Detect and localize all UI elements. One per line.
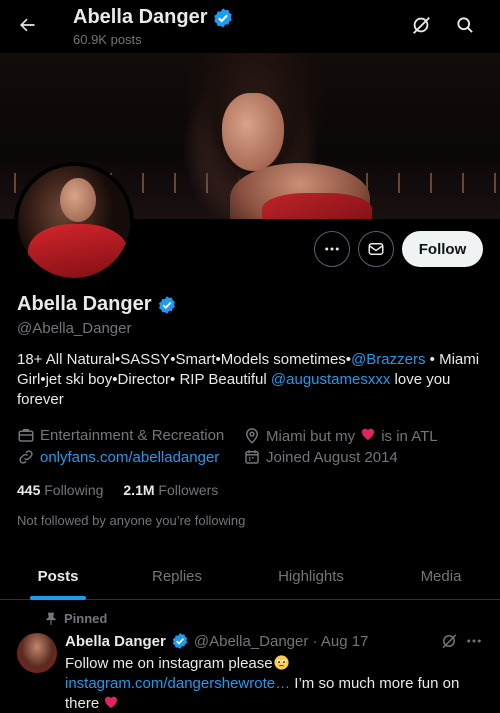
calendar-icon [243, 448, 261, 466]
followers-count: 2.1M [123, 482, 155, 498]
more-dots-icon [325, 247, 339, 251]
post-handle-date: @Abella_Danger · Aug 17 [193, 632, 369, 650]
profile-website[interactable]: onlyfans.com/abelladanger [17, 448, 219, 466]
profile-location: Miami but my is in ATL [243, 426, 438, 446]
post-author-name[interactable]: Abella Danger [65, 633, 166, 650]
profile-tabs: Posts Replies Highlights Media [0, 552, 500, 600]
pinned-label: Pinned [64, 611, 108, 626]
pinned-post[interactable]: Pinned Abella Danger @Abella_Danger · Au… [0, 601, 500, 713]
verified-badge-icon [172, 633, 187, 649]
more-options-button[interactable] [314, 231, 350, 267]
header-title: Abella Danger [73, 6, 234, 29]
tab-media[interactable]: Media [405, 552, 477, 600]
top-bar: Abella Danger 60.9K posts [0, 0, 500, 53]
location-text-end: is in ATL [381, 427, 438, 445]
following-label: Following [44, 482, 104, 498]
search-icon[interactable] [453, 13, 477, 37]
location-pin-icon [243, 427, 261, 445]
followers-link[interactable]: 2.1M Followers [123, 482, 218, 498]
category-label: Entertainment & Recreation [40, 426, 225, 444]
profile-bio: 18+ All Natural•SASSY•Smart•Models somet… [17, 350, 487, 410]
grok-icon[interactable] [439, 631, 459, 651]
bio-mention-link[interactable]: @Brazzers [351, 351, 425, 368]
post-more-icon[interactable] [464, 631, 484, 651]
post-header: Abella Danger @Abella_Danger · Aug 17 [65, 632, 368, 650]
tab-replies[interactable]: Replies [135, 552, 219, 600]
briefcase-icon [17, 426, 35, 444]
pin-icon [45, 612, 57, 625]
profile-category: Entertainment & Recreation [17, 426, 224, 444]
profile-name: Abella Danger [17, 293, 152, 315]
bio-text: 18+ All Natural•SASSY•Smart•Models somet… [17, 351, 352, 368]
post-body: Follow me on instagram please instagram.… [65, 654, 490, 713]
tab-highlights[interactable]: Highlights [262, 552, 360, 600]
verified-badge-icon[interactable] [157, 295, 177, 315]
pleading-emoji-icon [273, 655, 290, 672]
pinned-label-row: Pinned [44, 611, 107, 626]
profile-handle: @Abella_Danger [17, 320, 132, 337]
website-link[interactable]: onlyfans.com/abelladanger [40, 449, 219, 466]
post-avatar[interactable] [17, 633, 57, 673]
grok-icon[interactable] [409, 13, 433, 37]
following-link[interactable]: 445 Following [17, 482, 103, 498]
location-text-start: Miami but my [266, 427, 356, 445]
profile-joined: Joined August 2014 [243, 448, 398, 466]
not-followed-note: Not followed by anyone you’re following [17, 513, 246, 528]
back-arrow-icon[interactable] [12, 10, 42, 40]
active-tab-indicator [30, 596, 86, 600]
link-icon [17, 448, 35, 466]
heart-emoji-icon [360, 426, 376, 446]
profile-avatar[interactable] [14, 162, 134, 282]
message-button[interactable] [358, 231, 394, 267]
bio-mention-link[interactable]: @augustamesxxx [271, 371, 390, 388]
tab-posts[interactable]: Posts [17, 552, 99, 600]
follow-button[interactable]: Follow [402, 231, 483, 267]
header-name: Abella Danger [73, 6, 208, 28]
profile-name-row: Abella Danger [17, 293, 177, 316]
joined-date: Joined August 2014 [266, 448, 398, 466]
envelope-icon [368, 243, 384, 255]
follow-stats: 445 Following 2.1M Followers [17, 482, 218, 498]
post-text-line: Follow me on instagram please [65, 655, 273, 672]
verified-badge-icon [214, 7, 233, 28]
followers-label: Followers [158, 482, 219, 498]
following-count: 445 [17, 482, 41, 498]
heart-emoji-icon [103, 695, 119, 712]
header-post-count: 60.9K posts [73, 32, 142, 47]
post-instagram-link[interactable]: instagram.com/dangershewrote… [65, 675, 290, 692]
